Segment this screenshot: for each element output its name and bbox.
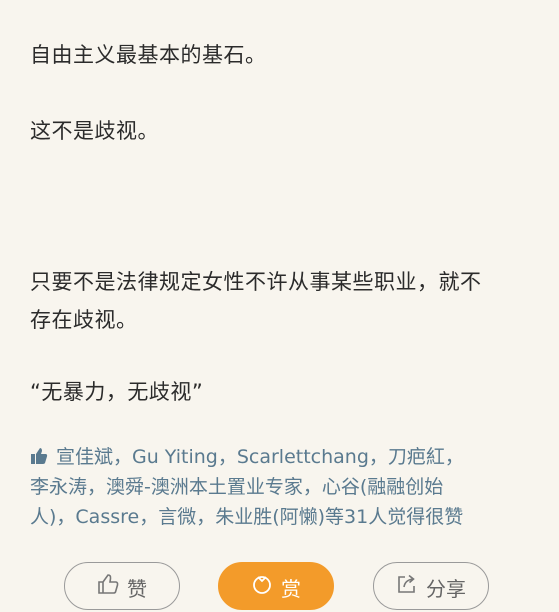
likers-line-1[interactable]: 宣佳斌，Gu Yiting，Scarlettchang，刀疤紅， xyxy=(56,446,464,468)
thumbs-up-outline-icon xyxy=(98,574,119,594)
paragraph-3-line-1: 只要不是法律规定女性不许从事某些职业，就不 xyxy=(30,270,482,294)
likers-line-3[interactable]: 人)，Cassre，言微，朱业胜(阿懒) xyxy=(30,506,325,528)
reward-button[interactable]: 赏 xyxy=(218,562,334,610)
paragraph-3-line-2: 存在歧视。 xyxy=(30,308,138,332)
share-icon xyxy=(398,574,415,593)
likes-count-text: 等31人觉得很赞 xyxy=(325,506,464,528)
reward-label: 赏 xyxy=(281,577,301,601)
paragraph-1: 自由主义最基本的基石。 xyxy=(30,43,267,67)
thumbs-up-icon xyxy=(31,448,48,464)
likers-line-2[interactable]: 李永涛，澳舜-澳洲本土置业专家，心谷(融融创始 xyxy=(30,472,530,502)
share-label: 分享 xyxy=(426,577,466,601)
like-label: 赞 xyxy=(127,577,147,601)
reward-icon xyxy=(253,576,271,594)
like-button[interactable]: 赞 xyxy=(64,562,180,610)
action-bar: 赞 赏 分享 xyxy=(0,562,559,612)
likes-list: 宣佳斌，Gu Yiting，Scarlettchang，刀疤紅， 李永涛，澳舜-… xyxy=(30,442,530,532)
share-button[interactable]: 分享 xyxy=(373,562,489,610)
paragraph-2: 这不是歧视。 xyxy=(30,119,159,143)
paragraph-4: “无暴力，无歧视” xyxy=(30,380,204,404)
